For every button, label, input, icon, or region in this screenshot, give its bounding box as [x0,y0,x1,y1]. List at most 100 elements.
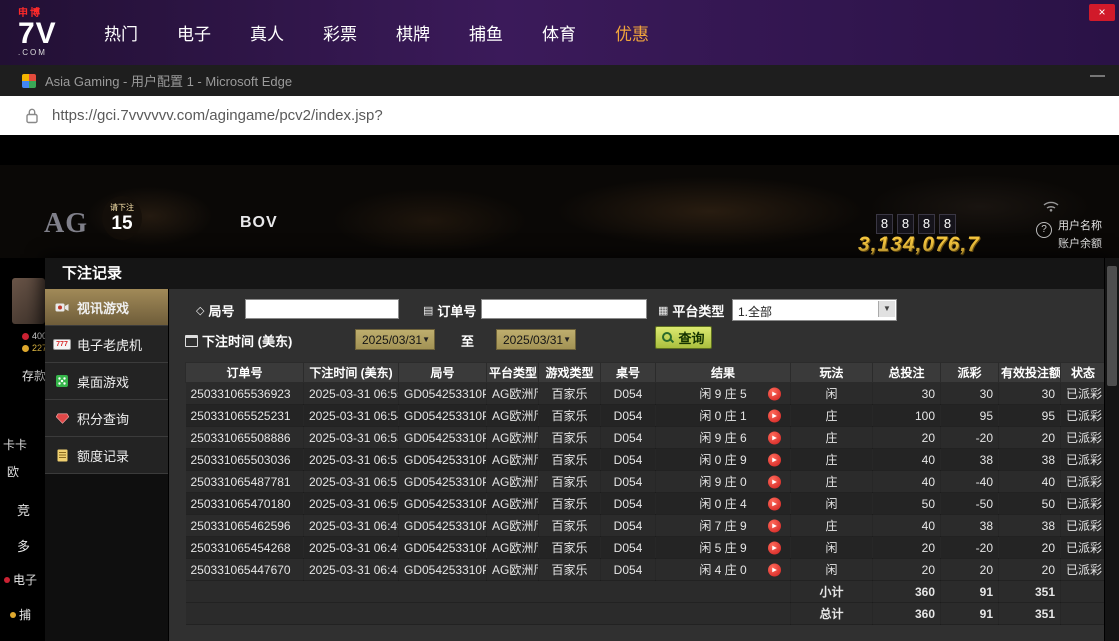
sidebar-item-points-query[interactable]: 积分查询 [45,400,168,437]
nav-item[interactable]: 优惠 [615,20,649,45]
cell-platform: AG欧洲厅 [487,515,539,537]
cell-valid_bet: 38 [999,449,1061,471]
window-close-button[interactable]: × [1089,4,1115,21]
gold-coin-icon [22,345,29,352]
fish-icon [10,612,16,618]
modal-body: 视讯游戏777电子老虎机桌面游戏积分查询额度记录 ◇ 局号 ▤ 订单号 ▦ 平台… [45,289,1105,641]
page-favicon [22,74,36,88]
browser-titlebar: Asia Gaming - 用户配置 1 - Microsoft Edge — [0,65,1119,96]
search-button[interactable]: 查询 [655,326,712,349]
bet-timer: 请下注 15 [102,196,142,240]
bov-text: BOV [240,214,278,232]
cell-time: 2025-03-31 06:51:54 [304,471,399,493]
nav-item[interactable]: 捕鱼 [469,20,503,45]
ag-logo: AG [44,208,88,240]
order-number-input[interactable] [481,299,647,319]
cell-valid_bet: 95 [999,405,1061,427]
slot-icon: 777 [54,339,70,350]
cell-play: 闲 [791,493,873,515]
cell-time: 2025-03-31 06:48:31 [304,559,399,581]
cell-order_id: 250331065470180 [186,493,304,515]
cell-play: 庄 [791,427,873,449]
replay-icon[interactable]: ▶ [768,541,781,554]
cell-order_id: 250331065462596 [186,515,304,537]
browser-urlbar[interactable]: https://gci.7vvvvvv.com/agingame/pcv2/in… [0,96,1119,136]
nav-item[interactable]: 彩票 [323,20,357,45]
cell-valid_bet: 20 [999,427,1061,449]
cell-status: 已派彩 [1061,515,1106,537]
subtotal-row: 小计36091351 [186,581,1106,603]
sidebar-item-video-games[interactable]: 视讯游戏 [45,289,168,326]
replay-icon[interactable]: ▶ [768,563,781,576]
cell-platform: AG欧洲厅 [487,383,539,405]
cell-total_bet: 20 [873,427,941,449]
date-to-picker[interactable]: 2025/03/31 ▼ [496,329,576,350]
sidebar-item-table-games[interactable]: 桌面游戏 [45,363,168,400]
nav-item[interactable]: 真人 [250,20,284,45]
replay-icon[interactable]: ▶ [768,475,781,488]
table-body: 2503310655369232025-03-31 06:55:47GD0542… [186,383,1106,625]
cell-game: 百家乐 [539,405,601,427]
replay-icon[interactable]: ▶ [768,453,781,466]
date-from-picker[interactable]: 2025/03/31 ▼ [355,329,435,350]
replay-icon[interactable]: ▶ [768,409,781,422]
cell-valid_bet: 30 [999,383,1061,405]
replay-icon[interactable]: ▶ [768,519,781,532]
window-minimize-button[interactable]: — [1090,67,1105,84]
sidebar-fragment-ou: 欧 [7,463,19,480]
nav-item[interactable]: 棋牌 [396,20,430,45]
scrollbar[interactable] [1104,258,1119,641]
column-header: 桌号 [601,363,656,383]
cell-order_id: 250331065487781 [186,471,304,493]
cell-platform: AG欧洲厅 [487,559,539,581]
grand-total-label: 总计 [791,603,873,625]
round-number-input[interactable] [245,299,399,319]
address-url[interactable]: https://gci.7vvvvvv.com/agingame/pcv2/in… [52,107,383,124]
cell-table: D054 [601,515,656,537]
grand-total-valid_bet: 351 [999,603,1061,625]
cell-time: 2025-03-31 06:54:54 [304,405,399,427]
cell-game: 百家乐 [539,449,601,471]
magnifier-icon [662,332,674,344]
column-header: 总投注 [873,363,941,383]
cell-result: 闲 9 庄 6▶ [656,427,791,449]
sidebar-item-slots[interactable]: 777电子老虎机 [45,326,168,363]
nav-item[interactable]: 电子 [177,20,211,45]
replay-icon[interactable]: ▶ [768,431,781,444]
cell-result: 闲 0 庄 9▶ [656,449,791,471]
cell-total_bet: 20 [873,559,941,581]
cell-payout: -40 [941,471,999,493]
cell-status: 已派彩 [1061,427,1106,449]
cell-play: 庄 [791,515,873,537]
cell-total_bet: 30 [873,383,941,405]
modal-sidebar: 视讯游戏777电子老虎机桌面游戏积分查询额度记录 [45,289,169,641]
nav-item[interactable]: 热门 [104,20,138,45]
cell-time: 2025-03-31 06:50:28 [304,493,399,515]
platform-type-select[interactable]: 1.全部 ▼ [732,299,897,321]
cell-game: 百家乐 [539,427,601,449]
camera-icon [54,302,70,313]
scrollbar-thumb[interactable] [1107,266,1117,386]
cell-table: D054 [601,537,656,559]
dice-icon [54,375,70,387]
cell-payout: -50 [941,493,999,515]
sidebar-item-label: 额度记录 [77,446,129,465]
cell-result: 闲 5 庄 9▶ [656,537,791,559]
cell-total_bet: 20 [873,537,941,559]
cell-game: 百家乐 [539,537,601,559]
slot-digit: 8 [939,214,956,234]
sidebar-item-quota-records[interactable]: 额度记录 [45,437,168,474]
slot-digit: 8 [897,214,914,234]
cell-status: 已派彩 [1061,493,1106,515]
cell-order_id: 250331065536923 [186,383,304,405]
cell-platform: AG欧洲厅 [487,537,539,559]
nav-item[interactable]: 体育 [542,20,576,45]
column-header: 订单号 [186,363,304,383]
replay-icon[interactable]: ▶ [768,497,781,510]
site-logo[interactable]: 申博 7V .COM [18,9,80,57]
cell-payout: 95 [941,405,999,427]
cell-total_bet: 40 [873,449,941,471]
subtotal-payout: 91 [941,581,999,603]
replay-icon[interactable]: ▶ [768,387,781,400]
chevron-down-icon: ▼ [563,335,571,344]
